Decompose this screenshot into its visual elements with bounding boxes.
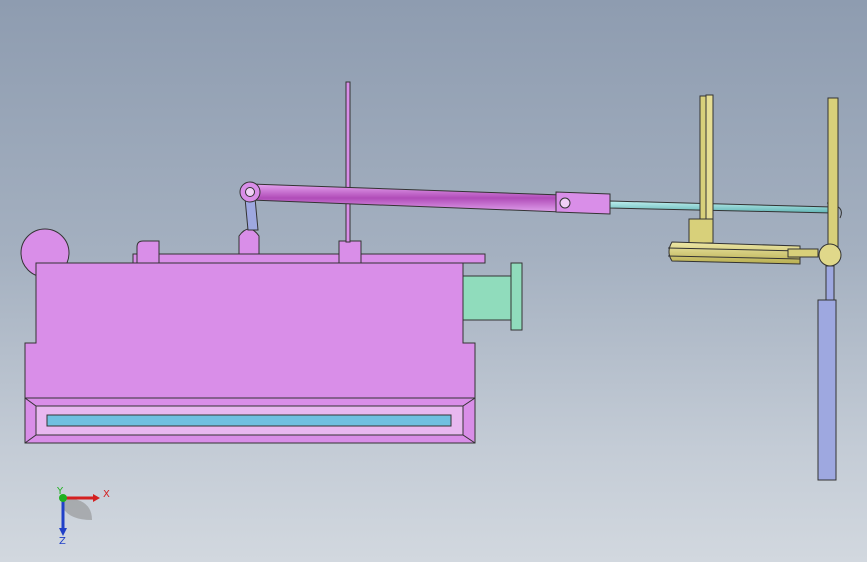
x-axis-label: X [103,489,110,500]
triad-shadow [63,498,92,520]
coordinate-triad: X Y Z [56,486,110,547]
z-axis-label: Z [59,536,66,547]
cad-viewport[interactable]: X Y Z [0,0,867,562]
y-axis-label: Y [56,486,64,497]
